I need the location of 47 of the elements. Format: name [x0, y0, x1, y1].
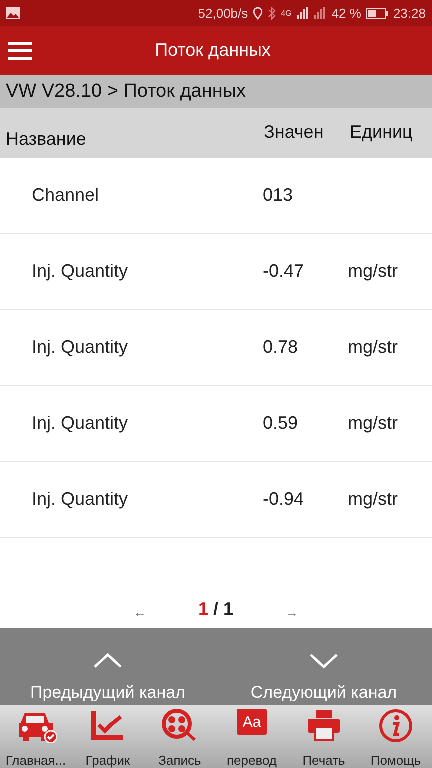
- parameter-unit: mg/str: [348, 261, 400, 282]
- toolbar-button[interactable]: Главная...: [0, 705, 72, 768]
- printer-icon: [307, 709, 341, 741]
- chevron-up-icon: [93, 653, 123, 669]
- parameter-value: 0.78: [263, 337, 300, 358]
- parameter-name: Channel: [31, 185, 100, 206]
- film-reel-icon: [162, 709, 198, 741]
- network-speed: 52,00b/s: [198, 6, 248, 20]
- parameter-value: 0.59: [263, 413, 300, 434]
- parameter-name: Inj. Quantity: [31, 261, 130, 282]
- image-icon: [6, 7, 20, 19]
- chevron-down-icon: [309, 653, 339, 669]
- breadcrumb: VW V28.10 > Поток данных: [0, 75, 432, 108]
- parameter-unit: mg/str: [348, 489, 400, 510]
- parameter-name: Inj. Quantity: [31, 337, 130, 358]
- column-header: Значен: [263, 122, 325, 143]
- page-indicator: 1 / 1: [198, 599, 234, 620]
- parameter-name: Inj. Quantity: [31, 489, 130, 510]
- next-channel-button[interactable]: Следующий канал: [216, 628, 432, 705]
- parameter-value: -0.94: [263, 489, 306, 510]
- parameter-value: 013: [263, 185, 294, 206]
- screen-title: Поток данных: [154, 40, 272, 61]
- toolbar-button[interactable]: Запись: [144, 705, 216, 768]
- previous-page-button[interactable]: ←: [133, 605, 146, 620]
- parameter-unit: mg/str: [348, 413, 400, 434]
- network-type: 4G: [281, 8, 292, 18]
- menu-icon[interactable]: [8, 42, 32, 60]
- parameter-unit: mg/str: [348, 337, 400, 358]
- next-page-button[interactable]: →: [286, 605, 299, 620]
- toolbar-button[interactable]: График: [72, 705, 144, 768]
- toolbar-button[interactable]: Печать: [288, 705, 360, 768]
- toolbar-button[interactable]: Помощь: [360, 705, 432, 768]
- battery-icon: [366, 8, 388, 18]
- parameter-value: -0.47: [263, 261, 306, 282]
- info-icon: [379, 709, 413, 743]
- previous-channel-button[interactable]: Предыдущий канал: [0, 628, 216, 705]
- signal-icon: [296, 7, 327, 19]
- parameter-name: Inj. Quantity: [31, 413, 130, 434]
- bluetooth-icon: [268, 6, 276, 20]
- dictionary-icon: Aa: [237, 709, 267, 735]
- clock: 23:28: [393, 6, 426, 20]
- location-icon: [253, 6, 264, 20]
- line-chart-icon: [91, 709, 125, 741]
- column-header: Название: [5, 129, 88, 150]
- toolbar-button[interactable]: Aa перевод: [216, 705, 288, 768]
- column-header: Единиц: [349, 122, 414, 143]
- battery-percent: 42 %: [332, 6, 362, 20]
